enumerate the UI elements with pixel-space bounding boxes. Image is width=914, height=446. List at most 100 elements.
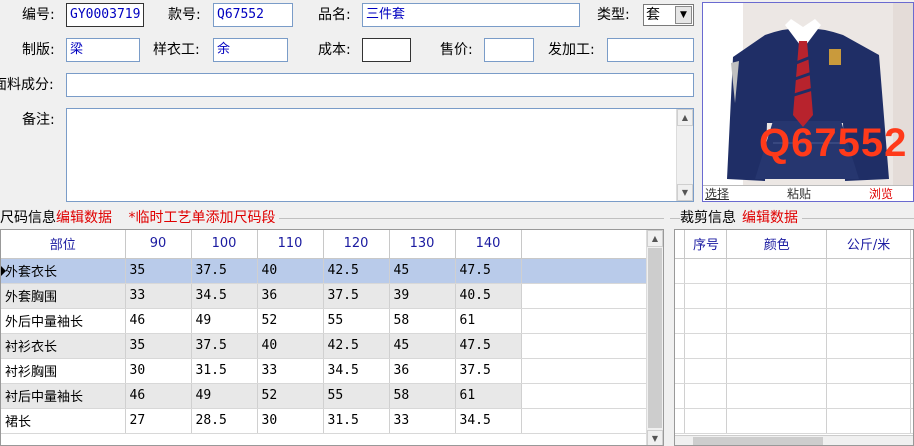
table-cell[interactable]: 外后中量袖长 xyxy=(1,308,126,334)
table-cell[interactable]: 40.5 xyxy=(455,283,522,309)
table-cell[interactable]: 61 xyxy=(455,308,522,334)
table-row[interactable] xyxy=(675,283,913,309)
sample-worker-field[interactable]: 余 xyxy=(213,38,288,62)
header-cell[interactable]: 部位 xyxy=(1,230,126,259)
style-field[interactable]: Q67552 xyxy=(213,3,293,27)
size-edit-link[interactable]: 编辑数据 xyxy=(56,210,112,226)
table-cell[interactable]: 61 xyxy=(455,383,522,409)
table-cell[interactable]: 36 xyxy=(389,358,456,384)
table-cell[interactable]: 40 xyxy=(257,333,324,359)
table-cell[interactable]: 衬后中量袖长 xyxy=(1,383,126,409)
table-cell[interactable]: 39 xyxy=(389,283,456,309)
name-field[interactable]: 三件套 xyxy=(362,3,580,27)
table-cell[interactable]: 52 xyxy=(257,308,324,334)
table-cell[interactable]: 34.5 xyxy=(191,283,258,309)
table-cell[interactable]: 34.5 xyxy=(323,358,390,384)
table-cell[interactable]: 47.5 xyxy=(455,333,522,359)
table-cell[interactable]: 55 xyxy=(323,383,390,409)
fabric-field[interactable] xyxy=(66,73,694,97)
table-cell[interactable]: 衬衫衣长 xyxy=(1,333,126,359)
table-row[interactable] xyxy=(675,408,913,434)
table-row[interactable] xyxy=(675,383,913,409)
photo-paste-button[interactable]: 粘贴 xyxy=(787,186,811,201)
table-cell[interactable]: 42.5 xyxy=(323,333,390,359)
table-cell[interactable]: 37.5 xyxy=(323,283,390,309)
table-cell[interactable]: 46 xyxy=(125,308,192,334)
cut-grid-hscrollbar[interactable] xyxy=(675,435,913,445)
header-cell[interactable]: 颜色 xyxy=(726,230,828,259)
table-cell[interactable]: 42.5 xyxy=(323,258,390,284)
table-cell[interactable]: 45 xyxy=(389,258,456,284)
table-row[interactable]: 衬衫衣长 35 37.5 40 42.5 45 47.5 xyxy=(1,333,647,359)
table-row[interactable]: 外后中量袖长 46 49 52 55 58 61 xyxy=(1,308,647,334)
table-cell[interactable]: 49 xyxy=(191,308,258,334)
hscroll-thumb[interactable] xyxy=(693,437,823,445)
table-cell[interactable]: 58 xyxy=(389,308,456,334)
scroll-thumb[interactable] xyxy=(648,248,662,428)
price-field[interactable] xyxy=(484,38,534,62)
scroll-up-icon[interactable]: ▲ xyxy=(647,230,663,247)
chevron-down-icon[interactable]: ▼ xyxy=(675,6,692,24)
table-cell[interactable]: 27 xyxy=(125,408,192,434)
processor-field[interactable] xyxy=(607,38,694,62)
table-cell[interactable]: 37.5 xyxy=(455,358,522,384)
table-cell[interactable]: 30 xyxy=(257,408,324,434)
table-cell[interactable]: 40 xyxy=(257,258,324,284)
table-row[interactable] xyxy=(675,333,913,359)
table-cell[interactable]: 37.5 xyxy=(191,258,258,284)
table-cell[interactable]: 外套胸围 xyxy=(1,283,126,309)
table-cell[interactable]: 47.5 xyxy=(455,258,522,284)
table-cell[interactable]: 33 xyxy=(125,283,192,309)
table-row[interactable] xyxy=(675,358,913,384)
scroll-down-icon[interactable]: ▼ xyxy=(647,430,663,445)
maker-field[interactable]: 梁 xyxy=(66,38,140,62)
scroll-up-icon[interactable]: ▲ xyxy=(677,109,693,126)
table-row[interactable]: 外套衣长 35 37.5 40 42.5 45 47.5 xyxy=(1,258,647,284)
table-cell[interactable]: 31.5 xyxy=(323,408,390,434)
table-cell[interactable]: 31.5 xyxy=(191,358,258,384)
type-select[interactable]: 套 ▼ xyxy=(643,4,694,26)
table-cell[interactable]: 35 xyxy=(125,258,192,284)
table-cell[interactable]: 衬衫胸围 xyxy=(1,358,126,384)
table-row[interactable]: 衬衫胸围 30 31.5 33 34.5 36 37.5 xyxy=(1,358,647,384)
header-cell[interactable]: 序号 xyxy=(684,230,728,259)
photo-select-button[interactable]: 选择 xyxy=(705,186,729,201)
table-cell[interactable]: 46 xyxy=(125,383,192,409)
cut-edit-link[interactable]: 编辑数据 xyxy=(742,210,798,226)
table-cell[interactable]: 35 xyxy=(125,333,192,359)
notes-scrollbar[interactable]: ▲ ▼ xyxy=(676,109,693,201)
table-row[interactable] xyxy=(675,258,913,284)
notes-textarea[interactable]: ▲ ▼ xyxy=(66,108,694,202)
cost-field[interactable] xyxy=(362,38,411,62)
table-cell[interactable]: 33 xyxy=(257,358,324,384)
header-cell[interactable]: 公斤/米 xyxy=(826,230,911,259)
table-cell[interactable]: 36 xyxy=(257,283,324,309)
table-cell[interactable]: 55 xyxy=(323,308,390,334)
size-grid-scrollbar[interactable]: ▲ ▼ xyxy=(646,230,663,445)
table-cell[interactable]: 33 xyxy=(389,408,456,434)
table-row[interactable]: 外套胸围 33 34.5 36 37.5 39 40.5 xyxy=(1,283,647,309)
header-cell[interactable]: 90 xyxy=(125,230,192,259)
table-cell[interactable]: 外套衣长 xyxy=(1,258,126,284)
table-row[interactable]: 裙长 27 28.5 30 31.5 33 34.5 xyxy=(1,408,647,434)
code-field[interactable]: GY0003719 xyxy=(66,3,144,27)
header-cell[interactable]: 140 xyxy=(455,230,522,259)
scroll-down-icon[interactable]: ▼ xyxy=(677,184,693,201)
table-row[interactable]: 衬后中量袖长 46 49 52 55 58 61 xyxy=(1,383,647,409)
header-cell[interactable]: 120 xyxy=(323,230,390,259)
header-cell[interactable]: 100 xyxy=(191,230,258,259)
table-row[interactable] xyxy=(675,308,913,334)
table-cell[interactable]: 裙长 xyxy=(1,408,126,434)
header-cell[interactable]: 130 xyxy=(389,230,456,259)
table-cell[interactable]: 45 xyxy=(389,333,456,359)
table-cell[interactable]: 34.5 xyxy=(455,408,522,434)
table-cell[interactable]: 37.5 xyxy=(191,333,258,359)
row-filler xyxy=(521,283,647,309)
table-cell[interactable]: 49 xyxy=(191,383,258,409)
table-cell[interactable]: 28.5 xyxy=(191,408,258,434)
header-cell[interactable]: 110 xyxy=(257,230,324,259)
table-cell[interactable]: 58 xyxy=(389,383,456,409)
photo-browse-button[interactable]: 浏览 xyxy=(869,186,893,201)
table-cell[interactable]: 52 xyxy=(257,383,324,409)
table-cell[interactable]: 30 xyxy=(125,358,192,384)
